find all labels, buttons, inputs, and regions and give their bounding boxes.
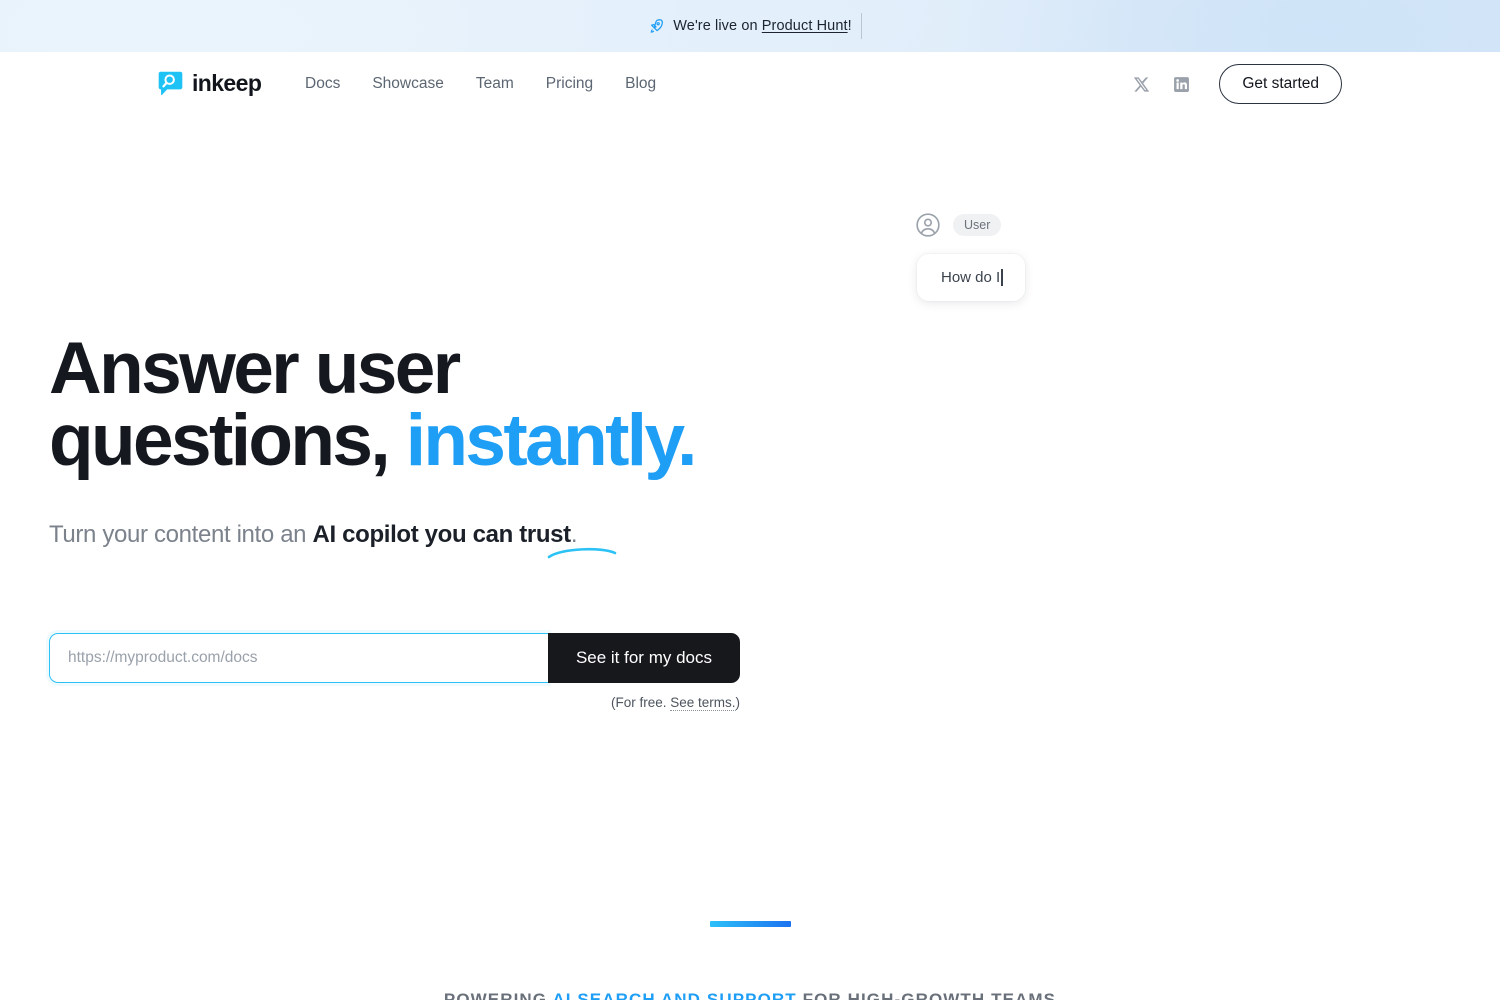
subheadline: Turn your content into an AI copilot you… [49, 520, 749, 550]
subheadline-plain: Turn your content into an [49, 521, 313, 549]
x-twitter-icon [1133, 76, 1149, 92]
headline-line-2: questions, [49, 399, 391, 481]
text-caret [1001, 269, 1003, 286]
chat-message-header: User [915, 212, 1025, 238]
powering-before: POWERING [443, 990, 553, 1000]
nav-right-group: Get started [1121, 64, 1342, 104]
headline-accent: instantly. [388, 399, 698, 481]
nav-link-showcase[interactable]: Showcase [356, 73, 460, 95]
rocket-icon [650, 19, 664, 33]
inkeep-logo-icon [158, 71, 183, 96]
announcement-text-after: ! [847, 18, 852, 34]
nav-link-blog[interactable]: Blog [609, 73, 672, 95]
docs-url-input[interactable] [49, 633, 548, 683]
linkedin-link[interactable] [1161, 64, 1201, 104]
announcement-text-before: We're live on [673, 18, 762, 34]
chat-widget-mock: User How do I [915, 212, 1025, 301]
product-hunt-link[interactable]: Product Hunt [762, 18, 848, 34]
hero-section: Answer user questions, instantly. Turn y… [49, 332, 809, 559]
announcement-banner: We're live on Product Hunt! [0, 0, 1500, 52]
announcement-text: We're live on Product Hunt! [673, 18, 852, 34]
nav-link-docs[interactable]: Docs [305, 73, 356, 95]
chat-message-bubble[interactable]: How do I [917, 254, 1025, 301]
get-started-button[interactable]: Get started [1219, 64, 1342, 104]
cta-note: (For free. See terms.) [49, 695, 741, 711]
chat-message-text: How do I [941, 269, 1001, 286]
see-it-for-my-docs-button[interactable]: See it for my docs [547, 633, 740, 683]
subheadline-bold: AI copilot you can trust [312, 521, 572, 549]
cta-input-row: See it for my docs [49, 633, 740, 683]
cta-note-before: (For free. [610, 695, 671, 710]
nav-links: Docs Showcase Team Pricing Blog [305, 73, 672, 95]
subheadline-wrap: Turn your content into an AI copilot you… [49, 520, 749, 559]
banner-divider [861, 13, 862, 39]
powering-tagline: POWERING AI SEARCH AND SUPPORT FOR HIGH-… [0, 990, 1500, 1000]
chat-role-badge: User [953, 214, 1002, 236]
nav-link-team[interactable]: Team [460, 73, 530, 95]
powering-accent: AI SEARCH AND SUPPORT [552, 990, 797, 1000]
x-twitter-link[interactable] [1121, 64, 1161, 104]
logo-wordmark: inkeep [192, 70, 262, 96]
gradient-divider-bar [710, 921, 791, 927]
headline-line-1: Answer user [49, 328, 461, 409]
cta-section: See it for my docs (For free. See terms.… [49, 633, 741, 711]
logo[interactable]: inkeep [157, 70, 262, 97]
announcement-banner-content: We're live on Product Hunt! [648, 18, 852, 34]
cta-note-after: ) [735, 695, 741, 710]
linkedin-icon [1173, 76, 1189, 92]
page-title: Answer user questions, instantly. [49, 332, 809, 477]
underline-swoosh-icon [547, 547, 617, 559]
user-avatar-icon [916, 213, 940, 237]
powering-after: FOR HIGH-GROWTH TEAMS [796, 990, 1057, 1000]
nav-link-pricing[interactable]: Pricing [530, 73, 609, 95]
see-terms-link[interactable]: See terms. [670, 695, 736, 711]
